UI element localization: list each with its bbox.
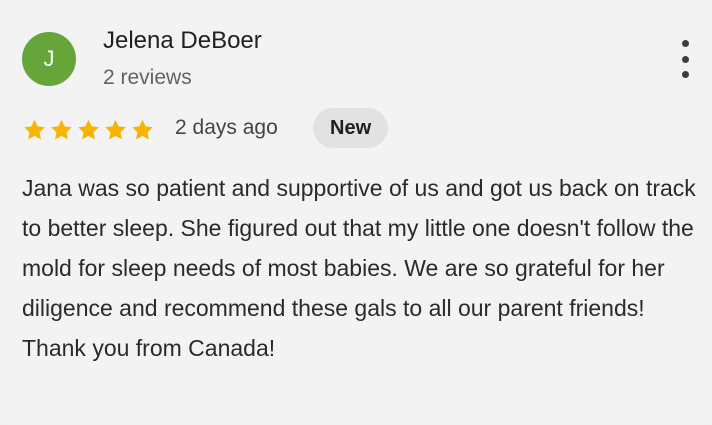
more-vert-icon-dot	[681, 71, 689, 78]
star-icon	[132, 119, 153, 140]
more-vert-icon	[681, 40, 689, 47]
review-count: 2 reviews	[103, 66, 192, 89]
reviewer-name[interactable]: Jelena DeBoer	[103, 27, 262, 55]
new-badge: New	[313, 108, 389, 148]
review-date: 2 days ago	[175, 116, 278, 139]
review-text: Jana was so patient and supportive of us…	[22, 175, 696, 361]
avatar[interactable]: J	[22, 32, 76, 86]
avatar-letter: J	[43, 46, 55, 71]
star-icon	[24, 119, 45, 140]
more-options-button[interactable]	[671, 38, 699, 80]
review-card: J Jelena DeBoer 2 reviews 2 days ago New…	[0, 0, 712, 425]
star-icon	[105, 119, 126, 140]
more-vert-icon-dot	[681, 55, 689, 63]
star-icon	[51, 119, 72, 140]
star-rating	[22, 118, 155, 142]
star-icon	[78, 119, 99, 140]
